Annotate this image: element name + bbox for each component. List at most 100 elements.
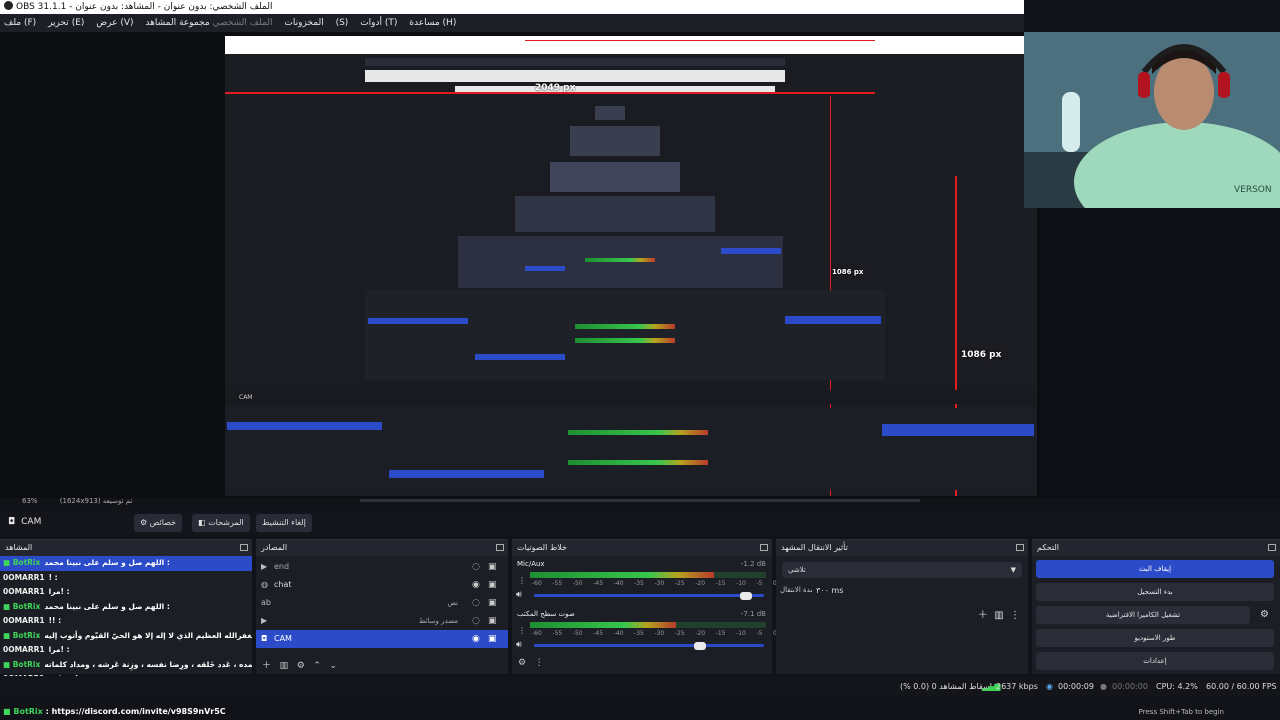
- speaker-icon[interactable]: 🔊︎: [516, 590, 522, 600]
- chevron-down-icon[interactable]: ⌄: [330, 661, 338, 671]
- level-fill: [530, 622, 677, 628]
- menu-docks[interactable]: المخزونات: [284, 18, 323, 28]
- lock-icon[interactable]: ▣: [488, 598, 498, 608]
- chevron-up-icon[interactable]: ⌃: [313, 661, 321, 671]
- zoom-level[interactable]: 63%: [22, 497, 38, 505]
- transitions-dock-title: تأثير الانتقال المشهد: [781, 543, 848, 552]
- canvas-info: (1624x913) تم توسيعه: [59, 497, 133, 505]
- source-item-end[interactable]: ▶ end ◌ ▣: [256, 558, 508, 576]
- volume-slider[interactable]: [534, 644, 764, 647]
- menu-file[interactable]: ملف (F): [4, 18, 36, 28]
- eye-hidden-icon[interactable]: ◌: [472, 562, 482, 572]
- scenes-dock-header: المشاهد: [0, 540, 252, 556]
- undock-icon[interactable]: [496, 544, 504, 551]
- menu-tools[interactable]: أدوات (T): [360, 18, 397, 28]
- menu-profile[interactable]: الملف الشخصي: [213, 18, 273, 28]
- settings-button[interactable]: إعدادات: [1036, 652, 1274, 670]
- chat-message-row[interactable]: 0OMARR1!! :: [0, 614, 252, 629]
- gear-icon[interactable]: ⚙: [1260, 609, 1269, 620]
- studio-mode-button[interactable]: طور الاستوديو: [1036, 629, 1274, 647]
- chat-message-row[interactable]: ■ BotRix اللهم صل و سلم على نبينا محمد :: [0, 556, 252, 571]
- mixer-channel-mic: Mic/Aux -1.2 dB -60 -55 -50 -45 -40 -35 -30 -25…: [512, 556, 777, 606]
- volume-slider[interactable]: [534, 594, 764, 597]
- nested-screen-1: [595, 106, 625, 120]
- source-item-cam[interactable]: ◘ CAM ◉ ▣: [256, 630, 508, 648]
- mixer-toolbar: ⚙ ⋮: [518, 658, 544, 668]
- properties-button[interactable]: ⚙ خصائص: [134, 514, 183, 532]
- volume-knob[interactable]: [693, 642, 706, 650]
- chat-message-row[interactable]: ■ BotRixاستغفرالله العظيم الذي لا إله إل…: [0, 629, 252, 644]
- more-icon[interactable]: ⋮: [535, 658, 544, 668]
- menu-help[interactable]: مساعدة (H): [409, 18, 456, 28]
- channel-name: صوت سطح المكتب: [517, 610, 575, 618]
- nested-meter-2: [575, 324, 675, 329]
- source-item-media[interactable]: ▶ مصدر وسائط ◌ ▣: [256, 612, 508, 630]
- chat-message-text: اللهم صل و سلم على نبينا محمد :: [44, 558, 170, 567]
- lock-icon[interactable]: ▣: [488, 580, 498, 590]
- trash-icon[interactable]: ▥: [994, 610, 1003, 621]
- preview-area[interactable]: 2049 px 1086 px 1086 px CAM VERSON: [0, 32, 1280, 498]
- lock-icon[interactable]: ▣: [488, 562, 498, 572]
- menu-edit[interactable]: تحرير (E): [48, 18, 84, 28]
- source-item-chat[interactable]: ◍ chat ◉ ▣: [256, 576, 508, 594]
- more-icon[interactable]: ⋮: [518, 576, 526, 585]
- undock-icon[interactable]: [1268, 544, 1276, 551]
- lock-icon[interactable]: ▣: [488, 616, 498, 626]
- source-item-text[interactable]: ab نص ◌ ▣: [256, 594, 508, 612]
- filters-button[interactable]: ◧ المرشحات: [192, 514, 250, 532]
- gear-icon[interactable]: ⚙: [297, 661, 305, 671]
- add-icon[interactable]: ＋: [262, 661, 271, 671]
- scale-tick: -60: [532, 630, 542, 637]
- transitions-dock-header: تأثير الانتقال المشهد: [776, 540, 1028, 556]
- eye-hidden-icon[interactable]: ◌: [472, 616, 482, 626]
- chat-username: 0OMARR1: [3, 616, 45, 625]
- globe-icon: ◍: [261, 580, 268, 589]
- chat-message-row[interactable]: ■ BotRix اللهم صل و سلم على نبينا محمد :: [0, 600, 252, 615]
- chat-message-row[interactable]: 0OMARR1! :: [0, 571, 252, 586]
- transition-select[interactable]: تلاشي ▼: [782, 562, 1022, 578]
- scale-tick: -35: [634, 630, 644, 637]
- scale-tick: -45: [593, 580, 604, 587]
- volume-knob[interactable]: [739, 592, 752, 600]
- stop-streaming-button[interactable]: إيقاف البث: [1036, 560, 1274, 578]
- undock-icon[interactable]: [240, 544, 248, 551]
- preview-canvas[interactable]: 2049 px 1086 px 1086 px CAM: [225, 36, 1037, 496]
- level-meter: [530, 622, 766, 628]
- transitions-dock: تأثير الانتقال المشهد تلاشي ▼ مدة الانتق…: [776, 539, 1028, 674]
- nested-screen-5: [458, 236, 783, 288]
- eye-icon[interactable]: ◉: [472, 580, 482, 590]
- add-icon[interactable]: ＋: [978, 610, 988, 621]
- chat-message-row[interactable]: 0OMARR1 مرا! :: [0, 585, 252, 600]
- scale-tick: -15: [715, 630, 726, 637]
- nested-src-sel: [389, 470, 544, 478]
- trash-icon[interactable]: ▥: [280, 661, 289, 671]
- more-icon[interactable]: ⋮: [518, 626, 526, 635]
- undock-icon[interactable]: [1016, 544, 1024, 551]
- chat-message-row[interactable]: ■ BotRixسُبحان الله وبحمده ، عَدد خَلقه …: [0, 658, 252, 673]
- scenes-dock-title: المشاهد: [5, 543, 33, 552]
- scale-tick: -5: [756, 630, 763, 637]
- start-virtual-camera-button[interactable]: تشغيل الكاميرا الافتراضية: [1036, 606, 1250, 624]
- fps: 60.00 / 60.00 FPS: [1206, 682, 1277, 691]
- gear-icon[interactable]: ⚙: [518, 658, 526, 668]
- undock-icon[interactable]: [760, 544, 768, 551]
- webcam-shirt-text: VERSON: [1234, 185, 1272, 195]
- window-title: OBS 31.1.1 - الملف الشخصي: بدون عنوان - …: [16, 2, 273, 12]
- nested-meter-5: [568, 460, 708, 465]
- eye-hidden-icon[interactable]: ◌: [472, 598, 482, 608]
- channel-name: Mic/Aux: [517, 560, 545, 568]
- nested-blue-5: [785, 316, 881, 324]
- audio-mixer-dock: خلاط الصوتيات Mic/Aux -1.2 dB -60 -55 -50 -…: [512, 539, 777, 674]
- more-icon[interactable]: ⋮: [1010, 610, 1020, 621]
- duration-input[interactable]: ٣٠٠ ms: [812, 584, 1022, 598]
- preview-scrollbar[interactable]: [360, 499, 920, 502]
- speaker-icon[interactable]: 🔊︎: [516, 640, 522, 650]
- start-recording-button[interactable]: بدء التسجيل: [1036, 583, 1274, 601]
- preview-right-empty: [1040, 208, 1280, 498]
- guide-label-mid: 1086 px: [832, 268, 864, 276]
- deactivate-button[interactable]: إلغاء التنشيط: [256, 514, 312, 532]
- eye-icon[interactable]: ◉: [472, 634, 482, 644]
- menu-view[interactable]: عرض (V): [96, 18, 133, 28]
- chat-message-row[interactable]: 0OMARR1 مرا! :: [0, 643, 252, 658]
- lock-icon[interactable]: ▣: [488, 634, 498, 644]
